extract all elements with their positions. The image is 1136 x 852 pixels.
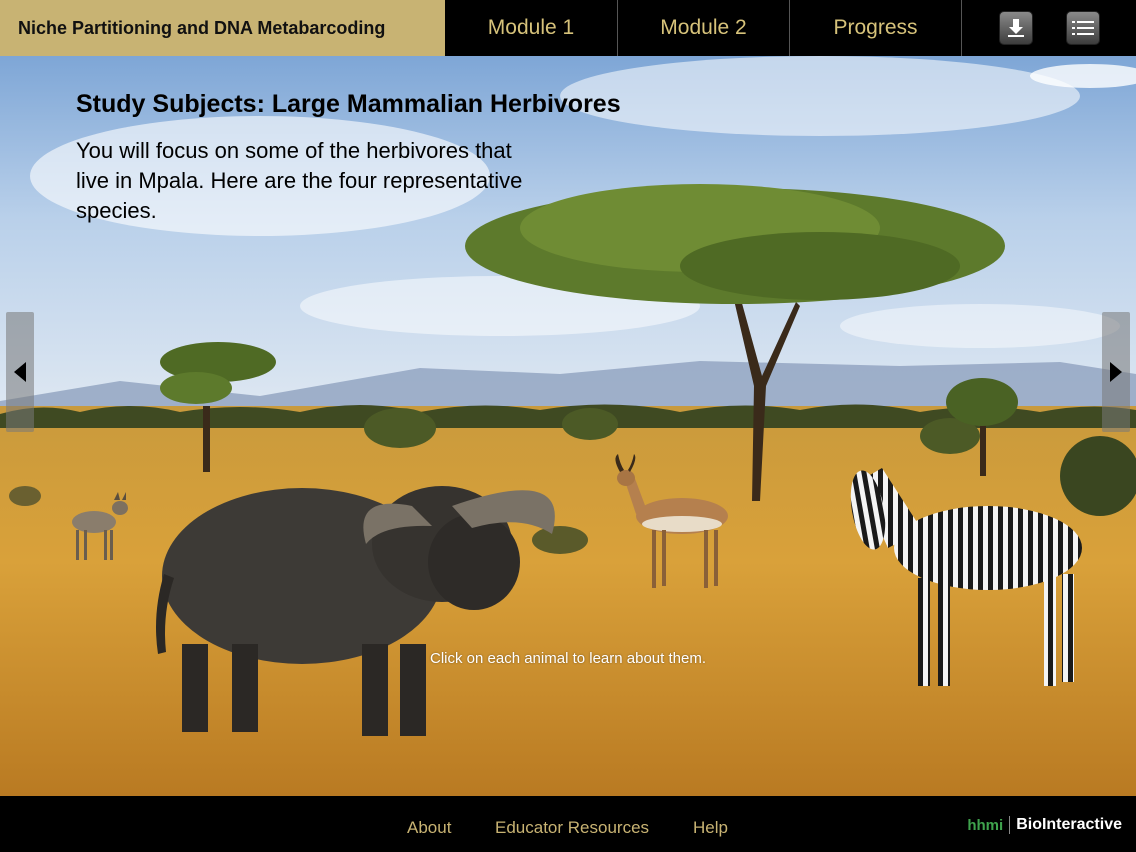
tab-module-2[interactable]: Module 2 [617,0,789,56]
brand-divider [1009,816,1011,834]
footer-link-help[interactable]: Help [693,818,728,838]
intro-text: You will focus on some of the herbivores… [76,138,523,223]
triangle-right-icon [1110,362,1122,382]
tab-module-1[interactable]: Module 1 [445,0,617,56]
download-icon [1007,19,1024,37]
list-menu-icon [1071,21,1094,35]
page-heading: Study Subjects: Large Mammalian Herbivor… [76,90,621,118]
buffalo-image[interactable] [152,444,580,749]
brand-hhmi: hhmi [967,816,1004,834]
download-button[interactable] [998,11,1033,45]
previous-page-button[interactable] [6,312,34,432]
footer-bar: About Educator Resources Help hhmi BioIn… [0,796,1136,852]
next-page-button[interactable] [1102,312,1130,432]
dik-dik-image[interactable] [66,486,136,575]
impala-image[interactable] [606,454,738,599]
triangle-left-icon [14,362,26,382]
course-title[interactable]: Niche Partitioning and DNA Metabarcoding [0,0,445,56]
footer-link-about[interactable]: About [407,818,451,838]
toolbar [961,0,1136,56]
brand-logo[interactable]: hhmi BioInteractive [967,816,1122,834]
savanna-scene: Study Subjects: Large Mammalian Herbivor… [0,56,1136,796]
hint-text: Click on each animal to learn about them… [430,650,706,667]
footer-link-educator-resources[interactable]: Educator Resources [495,818,649,838]
tab-progress[interactable]: Progress [789,0,961,56]
top-nav-bar: Niche Partitioning and DNA Metabarcoding… [0,0,1136,56]
menu-button[interactable] [1065,11,1100,45]
instruction-hint: Click on each animal to learn about them… [0,650,1136,667]
brand-biointeractive: BioInteractive [1016,816,1122,833]
